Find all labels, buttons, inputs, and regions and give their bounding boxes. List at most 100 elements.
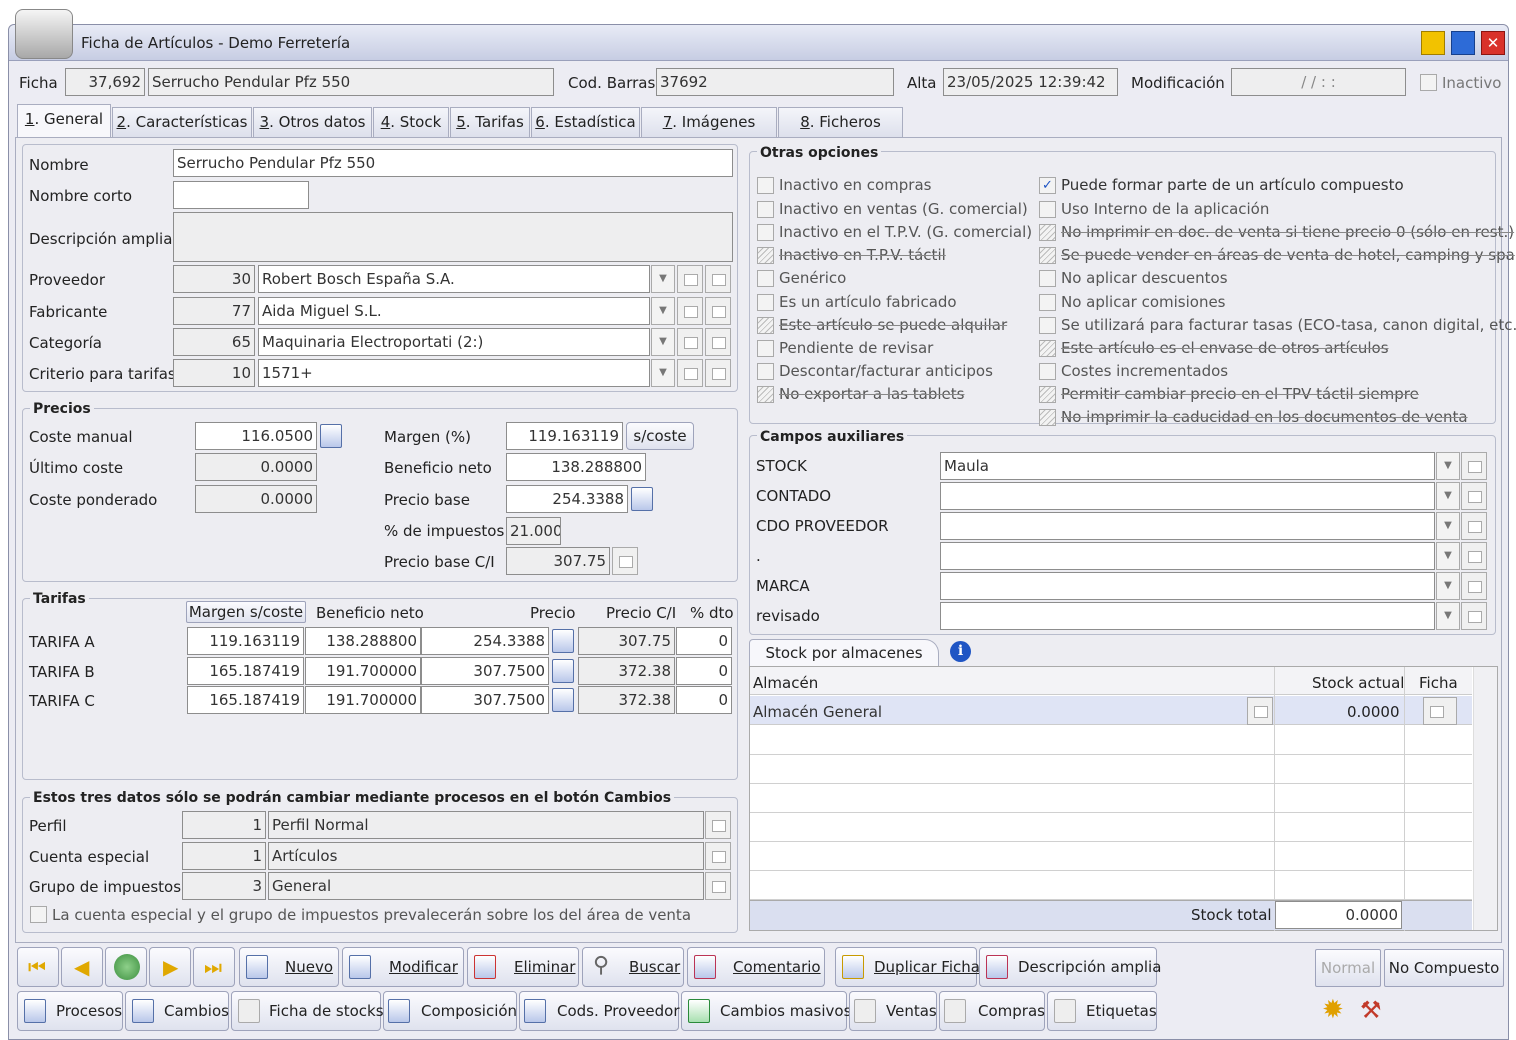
margen-scoste-header[interactable]: Margen s/coste	[186, 601, 306, 623]
aux-open-icon[interactable]	[1461, 512, 1487, 540]
cambios-button[interactable]: Cambios	[125, 991, 229, 1031]
compras-button[interactable]: Compras	[939, 991, 1045, 1031]
tarifa-calculator-icon[interactable]	[552, 659, 574, 683]
tab-tarifas[interactable]: 5. Tarifas	[450, 107, 530, 137]
tarifa-dto[interactable]: 0	[676, 657, 732, 685]
criterio-number[interactable]: 10	[173, 359, 255, 387]
nombre-field[interactable]: Serrucho Pendular Pfz 550	[173, 149, 733, 177]
tarifa-precio-ci[interactable]: 372.38	[578, 657, 675, 685]
option-checkbox[interactable]	[1039, 386, 1056, 403]
procesos-button[interactable]: Procesos	[17, 991, 123, 1031]
fabricante-open-icon[interactable]	[705, 297, 731, 325]
criterio-field[interactable]: 1571+	[258, 359, 650, 387]
aux-open-icon[interactable]	[1461, 572, 1487, 600]
modificacion-field[interactable]: / / : :	[1231, 68, 1406, 96]
categoria-search-icon[interactable]	[677, 328, 703, 356]
aux-field[interactable]	[940, 512, 1435, 540]
cambios-masivos-button[interactable]: Cambios masivos	[681, 991, 851, 1031]
tarifa-dto[interactable]: 0	[676, 627, 732, 655]
aux-dropdown-icon[interactable]: ▼	[1436, 512, 1460, 540]
prevalece-checkbox[interactable]	[30, 906, 47, 923]
etiquetas-button[interactable]: Etiquetas	[1047, 991, 1157, 1031]
tools-icon[interactable]: ⚒	[1360, 995, 1382, 1025]
tab-caracteristicas[interactable]: 2. Características	[112, 107, 252, 137]
comentario-button[interactable]: Comentario	[687, 947, 825, 987]
normal-button[interactable]: Normal	[1315, 949, 1381, 987]
tab-ficheros[interactable]: 8. Ficheros	[778, 107, 903, 137]
option-checkbox[interactable]	[1039, 317, 1056, 334]
inactivo-checkbox[interactable]	[1420, 74, 1437, 91]
aux-open-icon[interactable]	[1461, 542, 1487, 570]
criterio-open-icon[interactable]	[705, 359, 731, 387]
fabricante-dropdown-icon[interactable]: ▼	[651, 297, 675, 325]
restore-icon[interactable]	[1451, 31, 1475, 55]
precio-base-ci-field[interactable]: 307.75	[506, 547, 610, 575]
aux-open-icon[interactable]	[1461, 482, 1487, 510]
tarifa-margen[interactable]: 165.187419	[187, 657, 304, 685]
option-checkbox[interactable]: ✓	[1039, 177, 1056, 194]
modificar-button[interactable]: Modificar	[342, 947, 464, 987]
next-record-button[interactable]: ▶	[149, 947, 191, 987]
option-checkbox[interactable]	[1039, 409, 1056, 426]
option-checkbox[interactable]	[1039, 363, 1056, 380]
cuenta-number[interactable]: 1	[182, 842, 266, 870]
descripcion-amplia-button[interactable]: Descripción amplia	[979, 947, 1161, 987]
no-compuesto-button[interactable]: No Compuesto	[1384, 949, 1504, 987]
categoria-dropdown-icon[interactable]: ▼	[651, 328, 675, 356]
tarifa-beneficio[interactable]: 138.288800	[305, 627, 421, 655]
option-checkbox[interactable]	[757, 177, 774, 194]
perfil-open-icon[interactable]	[705, 811, 731, 839]
grupo-number[interactable]: 3	[182, 872, 266, 900]
scoste-button[interactable]: s/coste	[626, 422, 694, 450]
tarifa-margen[interactable]: 119.163119	[187, 627, 304, 655]
eliminar-button[interactable]: Eliminar	[467, 947, 579, 987]
option-checkbox[interactable]	[1039, 270, 1056, 287]
tarifa-beneficio[interactable]: 191.700000	[305, 657, 421, 685]
option-checkbox[interactable]	[1039, 340, 1056, 357]
perfil-field[interactable]: Perfil Normal	[268, 811, 704, 839]
stock-almacenes-tab[interactable]: Stock por almacenes	[749, 639, 939, 667]
ultimo-coste-field[interactable]: 0.0000	[195, 453, 317, 481]
aux-field[interactable]	[940, 602, 1435, 630]
fabricante-search-icon[interactable]	[677, 297, 703, 325]
categoria-field[interactable]: Maquinaria Electroportati (2:)	[258, 328, 650, 356]
tab-imagenes[interactable]: 7. Imágenes	[641, 107, 777, 137]
tarifa-precio[interactable]: 307.7500	[421, 686, 549, 714]
grupo-field[interactable]: General	[268, 872, 704, 900]
cods-proveedor-button[interactable]: Cods. Proveedor	[519, 991, 680, 1031]
ficha-stocks-button[interactable]: Ficha de stocks	[231, 991, 384, 1031]
tarifa-precio-ci[interactable]: 307.75	[578, 627, 675, 655]
option-checkbox[interactable]	[757, 294, 774, 311]
categoria-open-icon[interactable]	[705, 328, 731, 356]
proveedor-search-icon[interactable]	[677, 265, 703, 293]
buscar-button[interactable]: ⚲ Buscar	[582, 947, 684, 987]
option-checkbox[interactable]	[757, 317, 774, 334]
tab-stock[interactable]: 4. Stock	[373, 107, 449, 137]
aux-dropdown-icon[interactable]: ▼	[1436, 542, 1460, 570]
aux-field[interactable]	[940, 572, 1435, 600]
option-checkbox[interactable]	[757, 340, 774, 357]
stock-scrollbar[interactable]	[1473, 667, 1497, 930]
calculator-icon[interactable]	[320, 424, 342, 448]
option-checkbox[interactable]	[757, 270, 774, 287]
grupo-open-icon[interactable]	[705, 872, 731, 900]
cuenta-field[interactable]: Artículos	[268, 842, 704, 870]
cuenta-open-icon[interactable]	[705, 842, 731, 870]
criterio-search-icon[interactable]	[677, 359, 703, 387]
stock-total-field[interactable]: 0.0000	[1275, 901, 1402, 929]
proveedor-open-icon[interactable]	[705, 265, 731, 293]
stock-ficha-icon[interactable]	[1423, 697, 1457, 725]
nombre-corto-field[interactable]	[173, 181, 309, 209]
tarifa-precio-ci[interactable]: 372.38	[578, 686, 675, 714]
nuevo-button[interactable]: Nuevo	[239, 947, 339, 987]
criterio-dropdown-icon[interactable]: ▼	[651, 359, 675, 387]
tarifa-calculator-icon[interactable]	[552, 629, 574, 653]
ficha-number-field[interactable]: 37,692	[65, 68, 145, 96]
aux-field[interactable]	[940, 482, 1435, 510]
proveedor-field[interactable]: Robert Bosch España S.A.	[258, 265, 650, 293]
option-checkbox[interactable]	[757, 363, 774, 380]
proveedor-dropdown-icon[interactable]: ▼	[651, 265, 675, 293]
margen-field[interactable]: 119.163119	[506, 422, 623, 450]
tab-estadistica[interactable]: 6. Estadística	[531, 107, 640, 137]
categoria-number[interactable]: 65	[173, 328, 255, 356]
